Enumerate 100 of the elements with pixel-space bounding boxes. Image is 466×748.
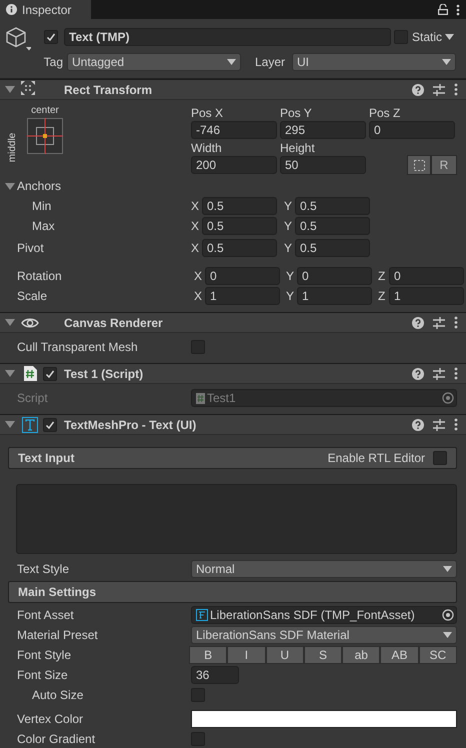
checkbox[interactable] — [433, 451, 447, 465]
dropdown[interactable]: LiberationSans SDF Material — [191, 626, 457, 644]
dropdown[interactable]: Normal — [191, 560, 457, 578]
component-header[interactable]: TextMeshPro - Text (UI) — [0, 414, 466, 435]
help-icon[interactable] — [412, 84, 424, 96]
axis-label: X — [194, 289, 204, 303]
fold-icon[interactable] — [5, 370, 15, 377]
more-icon[interactable] — [454, 367, 458, 380]
number-field[interactable]: 1 — [297, 287, 372, 305]
more-icon[interactable] — [454, 418, 458, 431]
anchor-horizontal-label: center — [31, 105, 59, 118]
number-field[interactable]: 0.5 — [202, 217, 277, 235]
font-style-button[interactable]: U — [266, 646, 304, 664]
dropdown-caret-icon — [227, 59, 236, 65]
fold-icon[interactable] — [5, 182, 15, 190]
number-field[interactable]: 0.5 — [295, 217, 370, 235]
field-label: Width — [191, 140, 223, 156]
font-style-button[interactable]: AB — [380, 646, 419, 664]
font-style-button[interactable]: SC — [418, 646, 457, 664]
section-header[interactable]: Main Settings — [8, 581, 457, 603]
inspector-tab[interactable]: Inspector — [0, 0, 91, 19]
axis-label: Y — [284, 199, 294, 213]
static-dropdown[interactable]: Static — [412, 30, 454, 44]
number-field[interactable]: 0.5 — [202, 197, 277, 215]
number-field[interactable]: 295 — [280, 121, 366, 139]
dropdown-caret-icon — [442, 59, 451, 65]
axis-label: Z — [378, 289, 386, 303]
checkbox[interactable] — [191, 732, 205, 746]
checkbox[interactable] — [191, 340, 205, 354]
field-label: Auto Size — [32, 688, 84, 702]
gameobject-cube-icon[interactable] — [5, 27, 31, 53]
eye-icon — [21, 316, 39, 328]
number-field[interactable]: 0 — [297, 267, 372, 285]
field-label: Text Style — [17, 562, 70, 576]
component-title: Test 1 (Script) — [64, 366, 144, 380]
presets-icon[interactable] — [433, 84, 445, 96]
static-checkbox[interactable] — [394, 30, 408, 44]
help-icon[interactable] — [412, 418, 424, 430]
axis-label: X — [191, 219, 200, 233]
font-style-button[interactable]: ab — [342, 646, 380, 664]
number-field[interactable]: 0 — [205, 267, 280, 285]
number-field[interactable]: 1 — [205, 287, 280, 305]
presets-icon[interactable] — [433, 418, 445, 430]
info-icon — [6, 4, 17, 15]
more-icon[interactable] — [454, 316, 458, 329]
component-header[interactable]: Canvas Renderer — [0, 312, 466, 333]
axis-label: X — [194, 269, 204, 283]
layer-dropdown[interactable]: UI — [292, 53, 456, 71]
help-icon[interactable] — [412, 316, 424, 328]
component-header[interactable]: Test 1 (Script) — [0, 363, 466, 384]
fold-icon[interactable] — [5, 319, 15, 326]
field-label: Max — [32, 219, 56, 233]
number-field[interactable]: 0 — [369, 121, 455, 139]
field-label: Tag — [42, 55, 64, 69]
section-header[interactable]: Text Input Enable RTL Editor — [8, 447, 457, 469]
presets-icon[interactable] — [433, 316, 445, 328]
checkbox[interactable] — [191, 688, 205, 702]
color-field[interactable] — [191, 710, 457, 728]
font-style-button[interactable]: B — [189, 646, 228, 664]
number-field[interactable]: 1 — [389, 287, 464, 305]
anchor-preset-icon[interactable] — [27, 118, 63, 154]
field-label: Pos Z — [369, 105, 402, 121]
font-style-button[interactable]: I — [227, 646, 266, 664]
more-icon[interactable] — [454, 83, 458, 96]
help-icon[interactable] — [412, 368, 424, 380]
enabled-checkbox[interactable] — [43, 418, 57, 432]
section-label[interactable]: Anchors — [17, 179, 62, 193]
number-field[interactable]: 0.5 — [295, 239, 370, 257]
field-label: Min — [32, 199, 52, 213]
object-picker-icon[interactable] — [442, 609, 454, 621]
more-icon[interactable] — [456, 4, 460, 16]
raw-edit-button[interactable]: R — [431, 155, 457, 175]
axis-label: Y — [284, 219, 294, 233]
presets-icon[interactable] — [433, 368, 445, 380]
field-label: Cull Transparent Mesh — [17, 340, 139, 354]
dotted-square-icon — [414, 160, 424, 170]
number-field[interactable]: 36 — [191, 666, 239, 684]
fold-icon[interactable] — [5, 421, 15, 428]
object-field[interactable]: LiberationSans SDF (TMP_FontAsset) — [191, 606, 457, 624]
field-label: Rotation — [17, 269, 63, 283]
axis-label: Y — [286, 289, 296, 303]
field-label: Pos X — [191, 105, 224, 121]
number-field[interactable]: 0.5 — [295, 197, 370, 215]
name-field[interactable]: Text (TMP) — [64, 28, 391, 46]
field-label: Script — [17, 391, 49, 405]
number-field[interactable]: -746 — [191, 121, 277, 139]
blueprint-mode-button[interactable] — [407, 155, 431, 175]
number-field[interactable]: 50 — [280, 156, 366, 174]
component-header[interactable]: Rect Transform — [0, 79, 466, 100]
lock-icon[interactable] — [438, 4, 448, 15]
font-style-button[interactable]: S — [304, 646, 342, 664]
number-field[interactable]: 0 — [389, 267, 464, 285]
number-field[interactable]: 200 — [191, 156, 277, 174]
tag-dropdown[interactable]: Untagged — [67, 53, 241, 71]
axis-label: Z — [378, 269, 386, 283]
enabled-checkbox[interactable] — [43, 366, 57, 380]
number-field[interactable]: 0.5 — [202, 239, 277, 257]
script-file-icon — [196, 392, 205, 404]
anchor-vertical-label: middle — [8, 132, 18, 162]
active-checkbox[interactable] — [44, 30, 58, 44]
